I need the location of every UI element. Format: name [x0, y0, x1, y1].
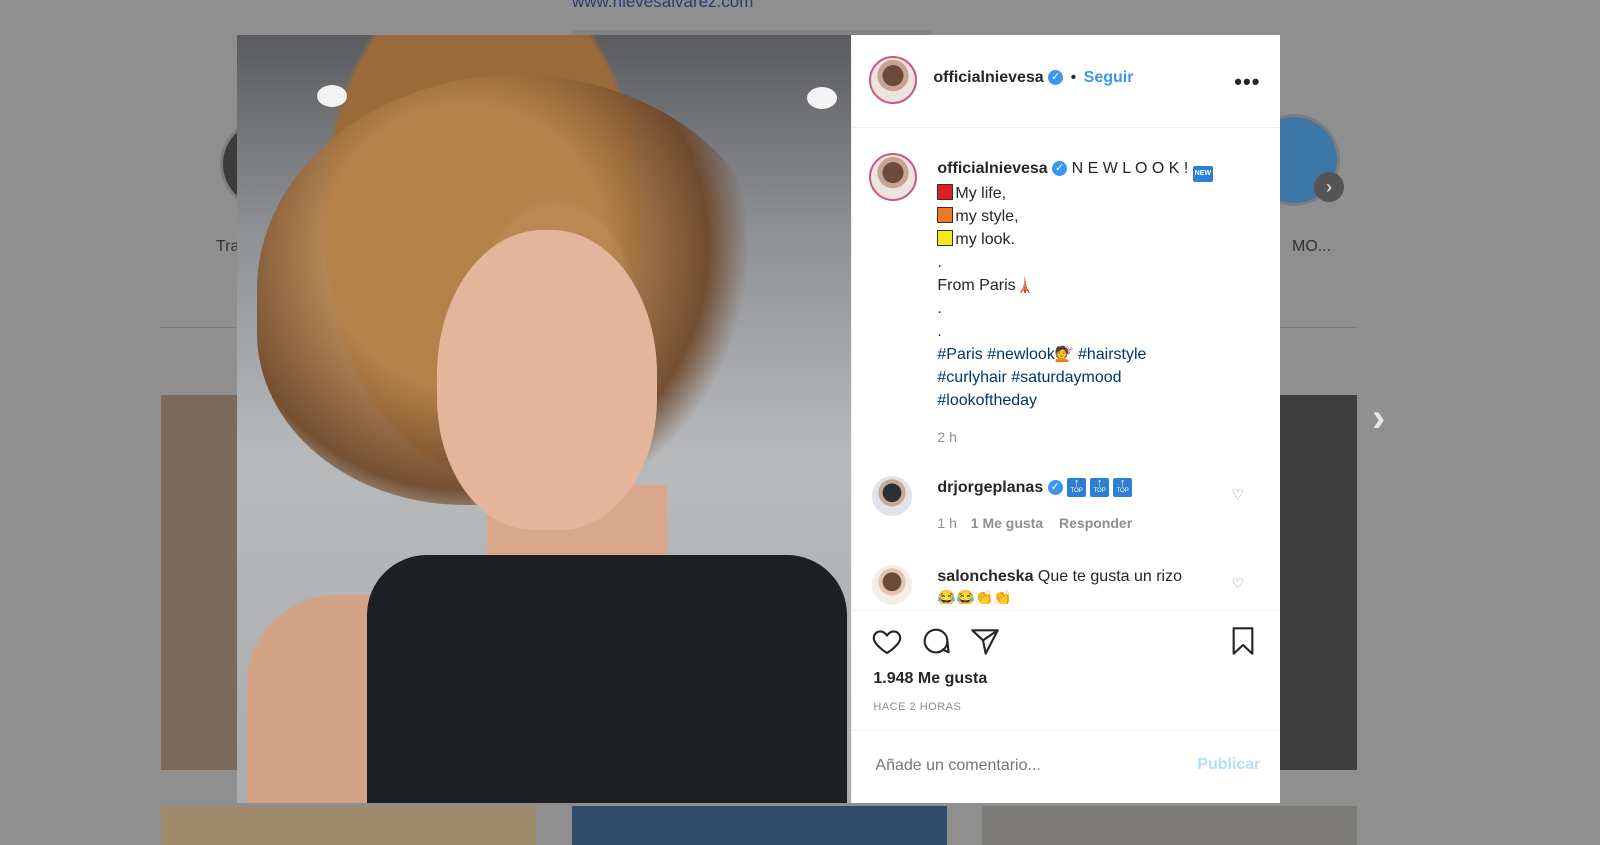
haircut-emoji-icon: 💇 [1054, 346, 1074, 363]
top-badge-icon: TOP [1113, 470, 1133, 497]
caption-from: From Paris [937, 277, 1016, 294]
comment-likes-link[interactable]: 1 Me gusta [971, 515, 1043, 531]
comment-item: drjorgeplanas ✓ TOPTOPTOP 1 h 1 Me gusta… [937, 470, 1237, 534]
post-caption: officialnievesa ✓ N E W L O O K ! NEW My… [937, 157, 1257, 449]
hashtag-link[interactable]: #hairstyle [1078, 346, 1146, 363]
post-sidebar: officialnievesa ✓ • Seguir ••• officialn… [851, 35, 1281, 804]
caption-dot: . [937, 300, 942, 317]
comment-time[interactable]: 1 h [937, 515, 956, 531]
verified-icon: ✓ [1052, 161, 1068, 177]
comment-icon[interactable] [920, 625, 952, 657]
caption-line: My life, [955, 185, 1007, 202]
caption-line: my look. [955, 231, 1015, 248]
background-story-label: Tra [216, 238, 240, 255]
like-heart-icon[interactable] [871, 625, 903, 657]
background-story-label: MO... [1292, 238, 1332, 255]
add-comment-row: Publicar [852, 730, 1281, 804]
background-post-tile[interactable] [161, 806, 536, 845]
post-time[interactable]: 2 h [937, 426, 1257, 449]
caption-dot: . [937, 323, 942, 340]
hashtag-link[interactable]: #lookoftheday [937, 392, 1037, 409]
follow-button[interactable]: Seguir [1084, 69, 1134, 86]
photo-ceiling-light [317, 85, 347, 107]
verified-icon: ✓ [1048, 70, 1064, 86]
post-header-info: officialnievesa ✓ • Seguir [933, 69, 1133, 87]
caption-line: my style, [955, 208, 1019, 225]
separator-dot: • [1070, 69, 1077, 86]
comment-avatar[interactable] [872, 476, 913, 516]
reply-button[interactable]: Responder [1059, 515, 1132, 531]
next-post-arrow-icon[interactable]: › [1372, 396, 1385, 441]
likes-count[interactable]: 1.948 Me gusta [873, 670, 987, 688]
top-badge-icon: TOP [1090, 470, 1110, 497]
stories-next-icon[interactable]: › [1314, 172, 1344, 202]
caption-title: N E W L O O K ! [1071, 160, 1189, 177]
post-timestamp[interactable]: HACE 2 HORAS [873, 701, 961, 713]
orange-square-icon [937, 207, 954, 223]
comment-text: Que te gusta un rizo [1037, 568, 1183, 585]
like-comment-icon[interactable]: ♡ [1231, 486, 1244, 503]
avatar[interactable] [869, 153, 918, 201]
caption-dot: . [937, 254, 942, 271]
post-header: officialnievesa ✓ • Seguir ••• [852, 35, 1281, 128]
background-post-tile[interactable] [1280, 395, 1357, 770]
post-modal: officialnievesa ✓ • Seguir ••• officialn… [237, 35, 1281, 804]
caption-username-link[interactable]: officialnievesa [937, 160, 1047, 177]
top-badge-icon: TOP [1067, 470, 1087, 497]
photo-ceiling-light [807, 87, 837, 109]
hashtag-link[interactable]: #newlook [987, 346, 1055, 363]
more-options-icon[interactable]: ••• [1234, 69, 1260, 95]
photo-black-top [367, 555, 847, 803]
background-website-link[interactable]: www.nievesalvarez.com [572, 0, 753, 12]
photo-face [437, 230, 657, 530]
comment-username-link[interactable]: drjorgeplanas [937, 479, 1043, 496]
comment-emojis: 😂😂👏👏 [937, 590, 1013, 604]
publish-button[interactable]: Publicar [1197, 756, 1260, 774]
username-link[interactable]: officialnievesa [933, 69, 1043, 86]
new-badge-icon: NEW [1192, 166, 1213, 182]
bookmark-icon[interactable] [1227, 625, 1259, 657]
post-photo[interactable] [237, 35, 852, 803]
hashtag-link[interactable]: #Paris [937, 346, 982, 363]
verified-icon: ✓ [1047, 480, 1063, 496]
background-post-tile[interactable] [982, 806, 1357, 845]
like-comment-icon[interactable]: ♡ [1231, 575, 1244, 592]
add-comment-input[interactable] [873, 756, 1178, 776]
background-post-tile[interactable] [572, 806, 947, 845]
share-icon[interactable] [969, 625, 1001, 657]
eiffel-tower-icon: 🗼 [1015, 277, 1035, 294]
comment-avatar[interactable] [872, 565, 913, 605]
avatar[interactable] [869, 56, 918, 104]
comment-username-link[interactable]: saloncheska [937, 568, 1033, 585]
hashtag-link[interactable]: #saturdaymood [1011, 369, 1121, 386]
hashtag-link[interactable]: #curlyhair [937, 369, 1006, 386]
background-post-tile[interactable] [161, 395, 239, 770]
comment-item: saloncheska Que te gusta un rizo 😂😂👏👏 [937, 566, 1237, 604]
red-square-icon [937, 184, 954, 200]
yellow-square-icon [937, 230, 954, 246]
